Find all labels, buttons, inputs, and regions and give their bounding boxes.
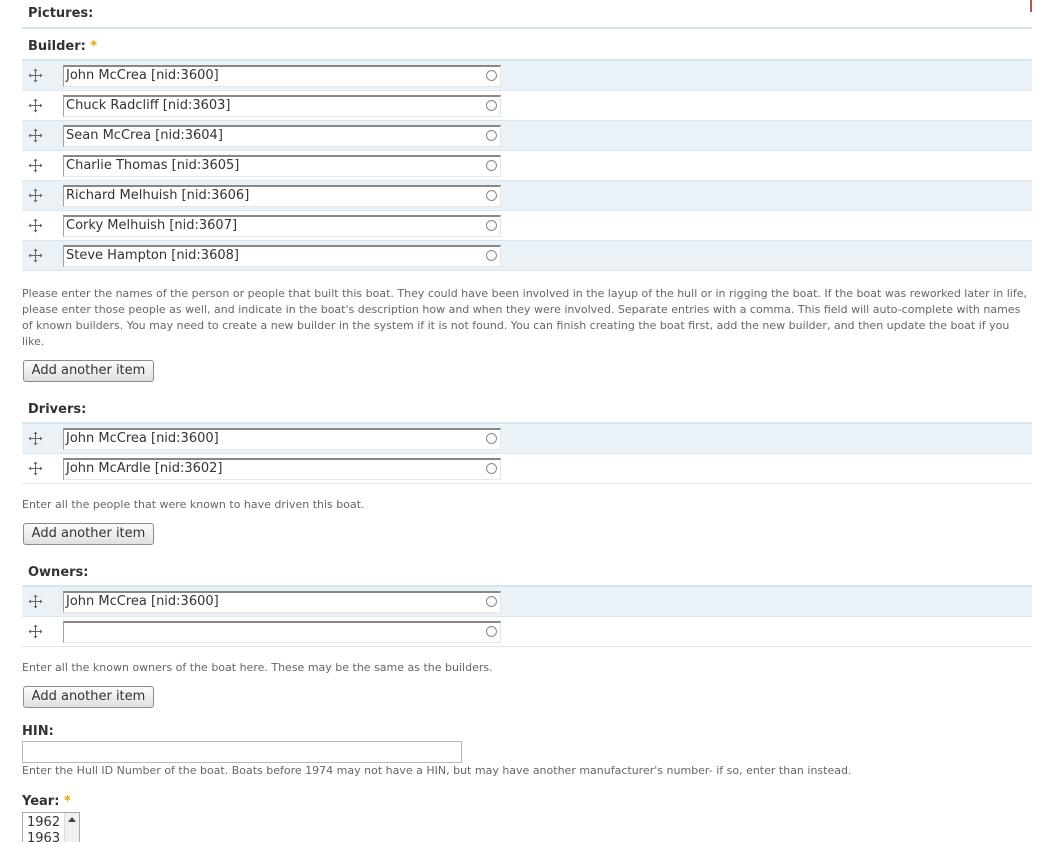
year-scrollbar[interactable] xyxy=(64,813,79,842)
autocomplete-throbber-icon xyxy=(486,220,497,231)
year-option[interactable]: 1962 xyxy=(27,815,60,831)
builder-required-mark: * xyxy=(90,39,98,54)
driver-row: John McCrea [nid:3600] xyxy=(22,424,1032,454)
year-label: Year: * xyxy=(22,794,71,810)
drivers-label: Drivers: xyxy=(28,402,87,417)
drag-handle-icon[interactable] xyxy=(28,431,43,446)
builder-row: Charlie Thomas [nid:3605] xyxy=(22,151,1032,181)
year-option[interactable]: 1963 xyxy=(27,831,60,842)
autocomplete-throbber-icon xyxy=(486,190,497,201)
builder-input[interactable]: Sean McCrea [nid:3604] xyxy=(63,125,501,147)
drag-handle-icon[interactable] xyxy=(28,158,43,173)
scroll-up-arrow-icon[interactable] xyxy=(68,817,76,822)
autocomplete-throbber-icon xyxy=(486,433,497,444)
hin-description: Enter the Hull ID Number of the boat. Bo… xyxy=(22,764,852,777)
autocomplete-throbber-icon xyxy=(486,463,497,474)
builder-row: Corky Melhuish [nid:3607] xyxy=(22,211,1032,241)
autocomplete-throbber-icon xyxy=(486,70,497,81)
drivers-add-another-button[interactable]: Add another item xyxy=(23,523,154,545)
page-edge-marker xyxy=(1030,0,1032,12)
drag-handle-icon[interactable] xyxy=(28,128,43,143)
drag-handle-icon[interactable] xyxy=(28,461,43,476)
autocomplete-throbber-icon xyxy=(486,626,497,637)
autocomplete-throbber-icon xyxy=(486,160,497,171)
builder-row: Sean McCrea [nid:3604] xyxy=(22,121,1032,151)
drag-handle-icon[interactable] xyxy=(28,248,43,263)
year-label-text: Year: xyxy=(22,794,60,809)
drivers-description: Enter all the people that were known to … xyxy=(22,498,365,511)
owner-row: John McCrea [nid:3600] xyxy=(22,587,1032,617)
builder-row: Chuck Radcliff [nid:3603] xyxy=(22,91,1032,121)
builder-input[interactable]: Chuck Radcliff [nid:3603] xyxy=(63,95,501,117)
builder-description: Please enter the names of the person or … xyxy=(22,287,1027,348)
drag-handle-icon[interactable] xyxy=(28,218,43,233)
autocomplete-throbber-icon xyxy=(486,100,497,111)
autocomplete-throbber-icon xyxy=(486,596,497,607)
drag-handle-icon[interactable] xyxy=(28,624,43,639)
autocomplete-throbber-icon xyxy=(486,250,497,261)
owner-row xyxy=(22,617,1032,647)
builder-input[interactable]: John McCrea [nid:3600] xyxy=(63,65,501,87)
drag-handle-icon[interactable] xyxy=(28,98,43,113)
driver-input[interactable]: John McArdle [nid:3602] xyxy=(63,458,501,480)
drag-handle-icon[interactable] xyxy=(28,188,43,203)
year-select[interactable]: 1962 1963 xyxy=(22,812,80,842)
builder-input[interactable]: Charlie Thomas [nid:3605] xyxy=(63,155,501,177)
builder-row: Steve Hampton [nid:3608] xyxy=(22,241,1032,271)
drag-handle-icon[interactable] xyxy=(28,594,43,609)
year-required-mark: * xyxy=(63,794,71,809)
owner-input[interactable] xyxy=(63,621,501,643)
builder-label: Builder: * xyxy=(28,39,97,55)
builder-row: Richard Melhuish [nid:3606] xyxy=(22,181,1032,211)
driver-input[interactable]: John McCrea [nid:3600] xyxy=(63,428,501,450)
builder-row: John McCrea [nid:3600] xyxy=(22,61,1032,91)
owner-input[interactable]: John McCrea [nid:3600] xyxy=(63,591,501,613)
owners-label: Owners: xyxy=(28,565,89,580)
drag-handle-icon[interactable] xyxy=(28,68,43,83)
hin-label: HIN: xyxy=(22,724,54,739)
pictures-divider xyxy=(22,27,1032,29)
autocomplete-throbber-icon xyxy=(486,130,497,141)
builder-input[interactable]: Richard Melhuish [nid:3606] xyxy=(63,185,501,207)
builder-input[interactable]: Steve Hampton [nid:3608] xyxy=(63,245,501,267)
builder-label-text: Builder: xyxy=(28,39,86,54)
owners-add-another-button[interactable]: Add another item xyxy=(23,686,154,708)
builder-input[interactable]: Corky Melhuish [nid:3607] xyxy=(63,215,501,237)
pictures-label: Pictures: xyxy=(28,6,94,21)
owners-description: Enter all the known owners of the boat h… xyxy=(22,661,493,674)
builder-add-another-button[interactable]: Add another item xyxy=(23,360,154,382)
driver-row: John McArdle [nid:3602] xyxy=(22,454,1032,484)
hin-input[interactable] xyxy=(22,741,462,763)
